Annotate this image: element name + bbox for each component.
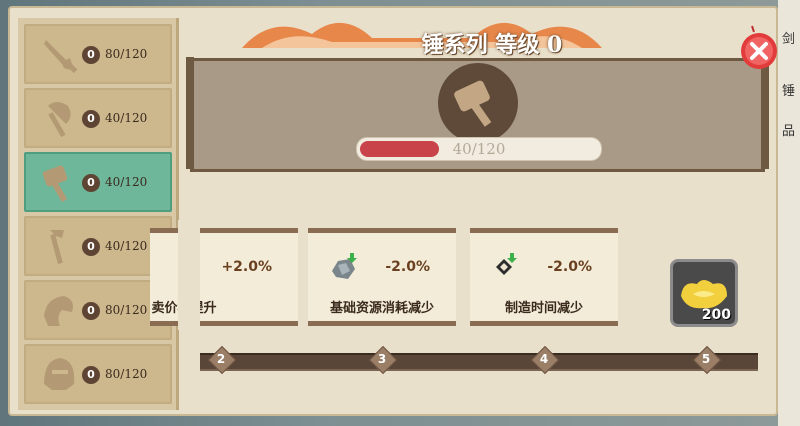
hammer-icon xyxy=(42,165,68,203)
close-button[interactable] xyxy=(734,24,784,74)
panel-left-rod xyxy=(186,57,194,169)
track-node-label: 2 xyxy=(216,352,226,366)
sidebar-item-count: 40/120 xyxy=(105,111,148,125)
gauntlet-icon xyxy=(44,296,73,326)
bonus-value: -2.0% xyxy=(547,259,592,275)
hammer-portrait xyxy=(438,63,518,143)
helmet-icon xyxy=(44,358,75,390)
sidebar-item-axe[interactable]: 0 40/120 xyxy=(24,88,172,148)
level-badge: 0 xyxy=(82,302,100,320)
bonus-card-resource-cost[interactable]: -2.0% 基础资源消耗减少 xyxy=(308,228,456,326)
bonus-label: 基础资源消耗减少 xyxy=(329,301,434,316)
level-track xyxy=(200,353,758,371)
sidebar-item-hammer[interactable]: 0 40/120 xyxy=(24,152,172,212)
bonus-value: +2.0% xyxy=(221,259,272,275)
bonus-card-craft-time[interactable]: -2.0% 制造时间减少 xyxy=(470,228,618,326)
ore-icon xyxy=(332,253,357,279)
sidebar-item-count: 40/120 xyxy=(105,239,148,253)
page-title: 锤系列 等级 0 xyxy=(421,32,563,58)
progress-text: 40/120 xyxy=(452,140,506,158)
axe-icon xyxy=(48,102,71,138)
sidebar-item-helmet[interactable]: 0 80/120 xyxy=(24,344,172,404)
level-badge: 0 xyxy=(82,174,100,192)
level-progress-bar: 40/120 xyxy=(356,137,602,161)
bonus-label: 制造时间减少 xyxy=(504,301,583,316)
track-node-label: 5 xyxy=(701,352,711,366)
sidebar-item-count: 80/120 xyxy=(105,47,148,61)
reward-count: 200 xyxy=(701,307,731,323)
scroll-mask xyxy=(178,220,200,330)
sidebar-item-sword[interactable]: 0 80/120 xyxy=(24,24,172,84)
sword-icon xyxy=(44,40,78,74)
level-badge: 0 xyxy=(82,46,100,64)
sidebar-item-count: 80/120 xyxy=(105,367,148,381)
edge-text: 锤 xyxy=(782,84,796,99)
reward-slot[interactable]: 200 xyxy=(670,259,738,327)
sidebar-item-count: 40/120 xyxy=(105,175,148,189)
track-node-label: 4 xyxy=(539,352,549,366)
hammer-icon xyxy=(454,80,492,127)
edge-text: 品 xyxy=(782,124,796,139)
level-badge: 0 xyxy=(82,366,100,384)
bonus-card-sell-price[interactable]: +2.0% 卖价格提升 xyxy=(150,228,298,326)
track-node-label: 3 xyxy=(377,352,387,366)
level-badge: 0 xyxy=(82,110,100,128)
hourglass-icon xyxy=(496,253,517,275)
level-badge: 0 xyxy=(82,238,100,256)
bonus-value: -2.0% xyxy=(385,259,430,275)
sidebar: 0 80/120 0 40/120 0 40/120 0 40/120 0 80… xyxy=(18,18,179,410)
pickaxe-icon xyxy=(50,230,64,265)
